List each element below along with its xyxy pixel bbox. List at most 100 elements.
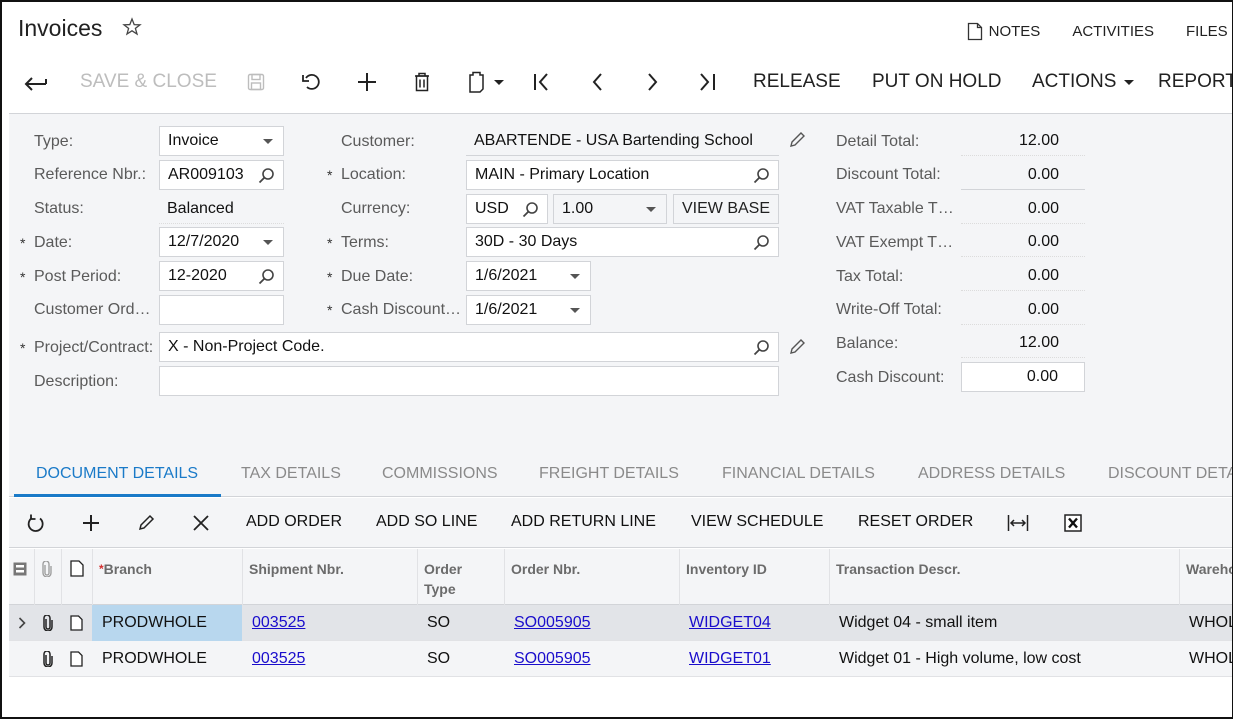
release-button[interactable]: RELEASE — [753, 66, 841, 98]
transaction-descr-cell[interactable]: Widget 04 - small item — [829, 605, 1179, 641]
order-type-cell[interactable]: SO — [417, 605, 504, 641]
search-icon[interactable] — [522, 201, 539, 218]
column-header-order-nbr[interactable]: Order Nbr. — [504, 549, 679, 605]
notes-link[interactable]: NOTES — [967, 22, 1040, 41]
first-record-button[interactable] — [533, 66, 551, 98]
search-icon[interactable] — [753, 234, 770, 251]
last-record-button[interactable] — [699, 66, 717, 98]
paperclip-icon — [42, 651, 53, 667]
files-link[interactable]: FILES — [1186, 23, 1232, 40]
reference-nbr-input[interactable]: AR009103 — [159, 160, 284, 190]
add-order-button[interactable]: ADD ORDER — [246, 513, 342, 531]
description-input[interactable] — [159, 366, 779, 396]
add-button[interactable] — [357, 66, 377, 98]
shipment-nbr-cell[interactable]: 003525 — [242, 641, 417, 677]
put-on-hold-button[interactable]: PUT ON HOLD — [872, 66, 1002, 98]
search-icon[interactable] — [753, 167, 770, 184]
inventory-id-link[interactable]: WIDGET04 — [689, 614, 771, 632]
previous-record-button[interactable] — [591, 66, 603, 98]
currency-rate-select[interactable]: 1.00 — [553, 194, 667, 224]
star-outline-icon[interactable] — [122, 17, 142, 37]
cash-discount-input[interactable]: 0.00 — [961, 362, 1085, 392]
tab-document-details[interactable]: DOCUMENT DETAILS — [36, 465, 198, 483]
customer-value[interactable]: ABARTENDE - USA Bartending School — [466, 126, 779, 156]
search-icon[interactable] — [753, 339, 770, 356]
terms-input[interactable]: 30D - 30 Days — [466, 227, 779, 257]
add-return-line-button[interactable]: ADD RETURN LINE — [511, 513, 656, 531]
order-nbr-link[interactable]: SO005905 — [514, 650, 591, 668]
copy-paste-dropdown[interactable] — [468, 66, 504, 98]
date-input[interactable]: 12/7/2020 — [159, 227, 284, 257]
table-row[interactable]: PRODWHOLE 003525 SO SO005905 WIDGET04 Wi… — [9, 605, 1232, 641]
tab-tax-details[interactable]: TAX DETAILS — [241, 465, 341, 483]
order-nbr-cell[interactable]: SO005905 — [504, 605, 679, 641]
next-record-button[interactable] — [647, 66, 659, 98]
shipment-nbr-link[interactable]: 003525 — [252, 650, 305, 668]
column-header-inventory-id[interactable]: Inventory ID — [679, 549, 830, 605]
type-select[interactable]: Invoice — [159, 126, 284, 156]
currency-input[interactable]: USD — [466, 194, 548, 224]
delete-button[interactable] — [414, 66, 430, 98]
actions-menu-button[interactable]: ACTIONS — [1032, 66, 1135, 98]
order-nbr-cell[interactable]: SO005905 — [504, 641, 679, 677]
reset-order-button[interactable]: RESET ORDER — [858, 513, 973, 531]
post-period-input[interactable]: 12-2020 — [159, 261, 284, 291]
location-input[interactable]: MAIN - Primary Location — [466, 160, 779, 190]
undo-button[interactable] — [301, 66, 323, 98]
add-row-button[interactable] — [82, 514, 100, 532]
column-header-transaction-descr[interactable]: Transaction Descr. — [829, 549, 1179, 605]
fit-columns-button[interactable] — [1007, 514, 1029, 532]
delete-row-button[interactable] — [193, 515, 209, 531]
activities-link[interactable]: ACTIVITIES — [1072, 23, 1154, 40]
inventory-id-link[interactable]: WIDGET01 — [689, 650, 771, 668]
export-excel-button[interactable] — [1064, 514, 1082, 532]
table-row[interactable]: PRODWHOLE 003525 SO SO005905 WIDGET01 Wi… — [9, 641, 1232, 677]
row-attachments[interactable] — [34, 641, 61, 677]
search-icon[interactable] — [258, 167, 275, 184]
cash-discount-date-input[interactable]: 1/6/2021 — [466, 295, 591, 325]
warehouse-cell[interactable]: WHOLESALE — [1179, 641, 1232, 677]
reports-menu-button[interactable]: REPORTS — [1158, 66, 1232, 98]
branch-cell[interactable]: PRODWHOLE — [92, 605, 242, 641]
view-base-button[interactable]: VIEW BASE — [673, 194, 779, 224]
required-mark: * — [20, 269, 26, 285]
tab-commissions[interactable]: COMMISSIONS — [382, 465, 498, 483]
location-label: * Location: — [327, 166, 406, 184]
first-record-icon — [534, 73, 548, 91]
project-contract-input[interactable]: X - Non-Project Code. — [159, 332, 779, 362]
save-close-button[interactable]: SAVE & CLOSE — [80, 66, 217, 98]
warehouse-cell[interactable]: WHOLESALE — [1179, 605, 1232, 641]
column-selector-header[interactable] — [9, 549, 34, 605]
order-nbr-link[interactable]: SO005905 — [514, 614, 591, 632]
due-date-input[interactable]: 1/6/2021 — [466, 261, 591, 291]
row-notes[interactable] — [61, 605, 92, 641]
pencil-icon[interactable] — [788, 338, 806, 356]
transaction-descr-cell[interactable]: Widget 01 - High volume, low cost — [829, 641, 1179, 677]
edit-row-button[interactable] — [137, 514, 155, 532]
shipment-nbr-cell[interactable]: 003525 — [242, 605, 417, 641]
add-so-line-button[interactable]: ADD SO LINE — [376, 513, 477, 531]
tab-freight-details[interactable]: FREIGHT DETAILS — [539, 465, 679, 483]
branch-cell[interactable]: PRODWHOLE — [92, 641, 242, 677]
order-type-cell[interactable]: SO — [417, 641, 504, 677]
chevron-down-icon — [570, 274, 580, 279]
column-header-shipment-nbr[interactable]: Shipment Nbr. — [242, 549, 417, 605]
inventory-id-cell[interactable]: WIDGET04 — [679, 605, 830, 641]
column-header-branch[interactable]: *Branch — [92, 549, 242, 605]
column-header-order-type[interactable]: Order Type — [417, 549, 504, 605]
customer-order-input[interactable] — [159, 295, 284, 325]
search-icon[interactable] — [258, 268, 275, 285]
row-attachments[interactable] — [34, 605, 61, 641]
inventory-id-cell[interactable]: WIDGET01 — [679, 641, 830, 677]
tab-discount-details[interactable]: DISCOUNT DETAILS — [1108, 465, 1232, 483]
column-header-warehouse[interactable]: Warehouse — [1179, 549, 1232, 605]
view-schedule-button[interactable]: VIEW SCHEDULE — [691, 513, 823, 531]
pencil-icon[interactable] — [788, 131, 806, 149]
back-button[interactable] — [24, 66, 48, 98]
tab-financial-details[interactable]: FINANCIAL DETAILS — [722, 465, 875, 483]
tab-address-details[interactable]: ADDRESS DETAILS — [918, 465, 1065, 483]
row-notes[interactable] — [61, 641, 92, 677]
save-button[interactable] — [247, 66, 265, 98]
shipment-nbr-link[interactable]: 003525 — [252, 614, 305, 632]
refresh-button[interactable] — [27, 513, 45, 533]
